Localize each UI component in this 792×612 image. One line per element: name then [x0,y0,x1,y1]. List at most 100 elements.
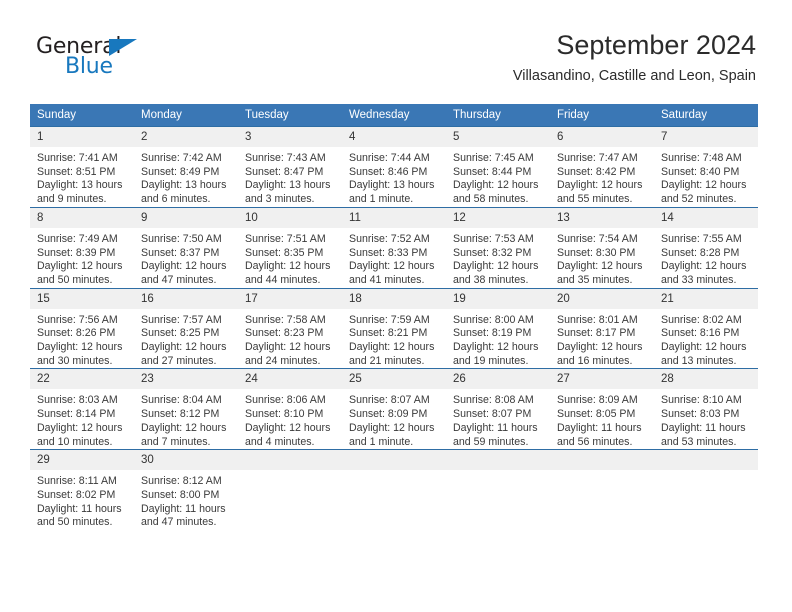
sunset-text: Sunset: 8:19 PM [453,327,532,340]
day-details: Sunrise: 7:48 AM Sunset: 8:40 PM Daylight:… [654,147,758,207]
sunrise-text: Sunrise: 8:04 AM [141,394,222,407]
calendar-day-cell[interactable]: 17 Sunrise: 7:58 AM Sunset: 8:23 PM Dayligh… [238,287,342,369]
day-details: Sunrise: 8:11 AM Sunset: 8:02 PM Daylight:… [30,470,134,530]
sunset-text: Sunset: 8:14 PM [37,408,116,421]
calendar-day-cell[interactable]: 13 Sunrise: 7:54 AM Sunset: 8:30 PM Dayligh… [550,206,654,289]
calendar-day-cell[interactable]: 9 Sunrise: 7:50 AM Sunset: 8:37 PM Daylight… [134,206,238,289]
day-number: 25 [342,369,446,390]
calendar-day-cell[interactable]: 8 Sunrise: 7:49 AM Sunset: 8:39 PM Daylight… [30,206,134,289]
day-number: 12 [446,207,550,228]
calendar-day-cell[interactable]: 2 Sunrise: 7:42 AM Sunset: 8:49 PM Daylight… [134,126,238,208]
calendar-day-cell[interactable]: 12 Sunrise: 7:53 AM Sunset: 8:32 PM Dayligh… [446,206,550,289]
daylight-text: Daylight: 13 hours and 9 minutes. [37,179,123,206]
calendar-day-cell[interactable]: 20 Sunrise: 8:01 AM Sunset: 8:17 PM Dayligh… [550,287,654,369]
calendar-day-cell[interactable]: 1 Sunrise: 7:41 AM Sunset: 8:51 PM Daylight… [30,126,134,208]
calendar-day-cell[interactable]: 28 Sunrise: 8:10 AM Sunset: 8:03 PM Dayligh… [654,368,758,450]
sunrise-text: Sunrise: 8:10 AM [661,394,742,407]
day-number [446,450,550,471]
day-number: 1 [30,127,134,147]
daylight-text: Daylight: 12 hours and 19 minutes. [453,341,539,367]
sunrise-text: Sunrise: 7:45 AM [453,152,534,164]
day-details: Sunrise: 8:02 AM Sunset: 8:16 PM Daylight:… [654,309,758,369]
calendar-day-cell[interactable]: 25 Sunrise: 8:07 AM Sunset: 8:09 PM Dayligh… [342,368,446,450]
calendar-table: Sunday Monday Tuesday Wednesday Thursday… [30,104,758,531]
calendar-day-cell[interactable]: 23 Sunrise: 8:04 AM Sunset: 8:12 PM Dayligh… [134,368,238,450]
sunset-text: Sunset: 8:32 PM [453,246,532,259]
calendar-day-cell[interactable]: 11 Sunrise: 7:52 AM Sunset: 8:33 PM Dayligh… [342,206,446,289]
sunrise-text: Sunrise: 7:58 AM [245,313,326,326]
daylight-text: Daylight: 12 hours and 30 minutes. [37,341,123,367]
sunrise-text: Sunrise: 7:49 AM [37,232,118,245]
sunrise-text: Sunrise: 8:00 AM [453,313,534,326]
calendar-day-cell[interactable]: 7 Sunrise: 7:48 AM Sunset: 8:40 PM Daylight… [654,126,758,208]
day-number: 6 [550,127,654,147]
daylight-text: Daylight: 12 hours and 24 minutes. [245,341,331,367]
sunrise-text: Sunrise: 7:51 AM [245,232,326,245]
sunrise-text: Sunrise: 7:55 AM [661,232,742,245]
calendar-day-cell[interactable]: 18 Sunrise: 7:59 AM Sunset: 8:21 PM Dayligh… [342,287,446,369]
calendar-day-cell[interactable]: 24 Sunrise: 8:06 AM Sunset: 8:10 PM Dayligh… [238,368,342,450]
sunset-text: Sunset: 8:00 PM [141,488,220,501]
day-number: 26 [446,369,550,390]
day-number: 10 [238,207,342,228]
calendar-day-cell[interactable]: 26 Sunrise: 8:08 AM Sunset: 8:07 PM Dayligh… [446,368,550,450]
sunset-text: Sunset: 8:23 PM [245,327,324,340]
day-details: Sunrise: 7:44 AM Sunset: 8:46 PM Daylight:… [342,147,446,207]
calendar-day-cell[interactable]: 5 Sunrise: 7:45 AM Sunset: 8:44 PM Daylight… [446,126,550,208]
weekday-header-tuesday: Tuesday [238,104,342,127]
generalblue-logo[interactable]: General Blue [36,36,166,82]
weekday-header-sunday: Sunday [30,104,134,127]
sunrise-text: Sunrise: 7:54 AM [557,232,638,245]
sunrise-text: Sunrise: 8:02 AM [661,313,742,326]
calendar-day-cell[interactable]: 21 Sunrise: 8:02 AM Sunset: 8:16 PM Dayligh… [654,287,758,369]
day-number: 20 [550,288,654,309]
calendar-day-cell[interactable]: 22 Sunrise: 8:03 AM Sunset: 8:14 PM Dayligh… [30,368,134,450]
calendar-day-cell[interactable]: 14 Sunrise: 7:55 AM Sunset: 8:28 PM Dayligh… [654,206,758,289]
day-details: Sunrise: 7:42 AM Sunset: 8:49 PM Daylight:… [134,147,238,207]
day-number: 8 [30,207,134,228]
daylight-text: Daylight: 12 hours and 21 minutes. [349,341,435,367]
sunrise-text: Sunrise: 8:06 AM [245,394,326,407]
daylight-text: Daylight: 13 hours and 6 minutes. [141,179,227,206]
calendar-day-cell[interactable]: 27 Sunrise: 8:09 AM Sunset: 8:05 PM Dayligh… [550,368,654,450]
sunset-text: Sunset: 8:37 PM [141,246,220,259]
calendar-day-cell[interactable]: 19 Sunrise: 8:00 AM Sunset: 8:19 PM Dayligh… [446,287,550,369]
weekday-header-saturday: Saturday [654,104,758,127]
sunset-text: Sunset: 8:49 PM [141,165,220,178]
calendar-day-cell[interactable]: 3 Sunrise: 7:43 AM Sunset: 8:47 PM Daylight… [238,126,342,208]
day-details: Sunrise: 7:50 AM Sunset: 8:37 PM Daylight:… [134,228,238,288]
calendar-day-cell[interactable]: 16 Sunrise: 7:57 AM Sunset: 8:25 PM Dayligh… [134,287,238,369]
calendar-empty-cell [446,449,550,531]
daylight-text: Daylight: 11 hours and 56 minutes. [557,421,642,448]
sunrise-text: Sunrise: 7:50 AM [141,232,222,245]
calendar-day-cell[interactable]: 29 Sunrise: 8:11 AM Sunset: 8:02 PM Dayligh… [30,449,134,531]
day-details: Sunrise: 7:52 AM Sunset: 8:33 PM Daylight:… [342,228,446,288]
daylight-text: Daylight: 12 hours and 44 minutes. [245,260,331,286]
sunrise-text: Sunrise: 8:09 AM [557,394,638,407]
calendar-day-cell[interactable]: 15 Sunrise: 7:56 AM Sunset: 8:26 PM Dayligh… [30,287,134,369]
weekday-header-friday: Friday [550,104,654,127]
daylight-text: Daylight: 12 hours and 4 minutes. [245,421,331,448]
sunset-text: Sunset: 8:21 PM [349,327,428,340]
day-details: Sunrise: 7:57 AM Sunset: 8:25 PM Daylight:… [134,309,238,369]
sunrise-text: Sunrise: 8:07 AM [349,394,430,407]
sunset-text: Sunset: 8:35 PM [245,246,324,259]
calendar-day-cell[interactable]: 10 Sunrise: 7:51 AM Sunset: 8:35 PM Dayligh… [238,206,342,289]
sunset-text: Sunset: 8:33 PM [349,246,428,259]
weekday-header-monday: Monday [134,104,238,127]
day-details: Sunrise: 8:06 AM Sunset: 8:10 PM Daylight:… [238,389,342,449]
day-details: Sunrise: 7:54 AM Sunset: 8:30 PM Daylight:… [550,228,654,288]
calendar-day-cell[interactable]: 6 Sunrise: 7:47 AM Sunset: 8:42 PM Daylight… [550,126,654,208]
day-number: 5 [446,127,550,147]
calendar-day-cell[interactable]: 4 Sunrise: 7:44 AM Sunset: 8:46 PM Daylight… [342,126,446,208]
day-details: Sunrise: 7:41 AM Sunset: 8:51 PM Daylight:… [30,147,134,207]
day-details: Sunrise: 7:45 AM Sunset: 8:44 PM Daylight:… [446,147,550,207]
sunset-text: Sunset: 8:51 PM [37,165,116,178]
sunrise-text: Sunrise: 7:41 AM [37,152,118,164]
sunset-text: Sunset: 8:09 PM [349,408,428,421]
calendar-body: 1 Sunrise: 7:41 AM Sunset: 8:51 PM Daylight… [30,126,758,531]
calendar-day-cell[interactable]: 30 Sunrise: 8:12 AM Sunset: 8:00 PM Dayligh… [134,449,238,531]
calendar-week-row: 8 Sunrise: 7:49 AM Sunset: 8:39 PM Daylight… [30,206,758,289]
sunset-text: Sunset: 8:03 PM [661,408,740,421]
day-details: Sunrise: 8:01 AM Sunset: 8:17 PM Daylight:… [550,309,654,369]
